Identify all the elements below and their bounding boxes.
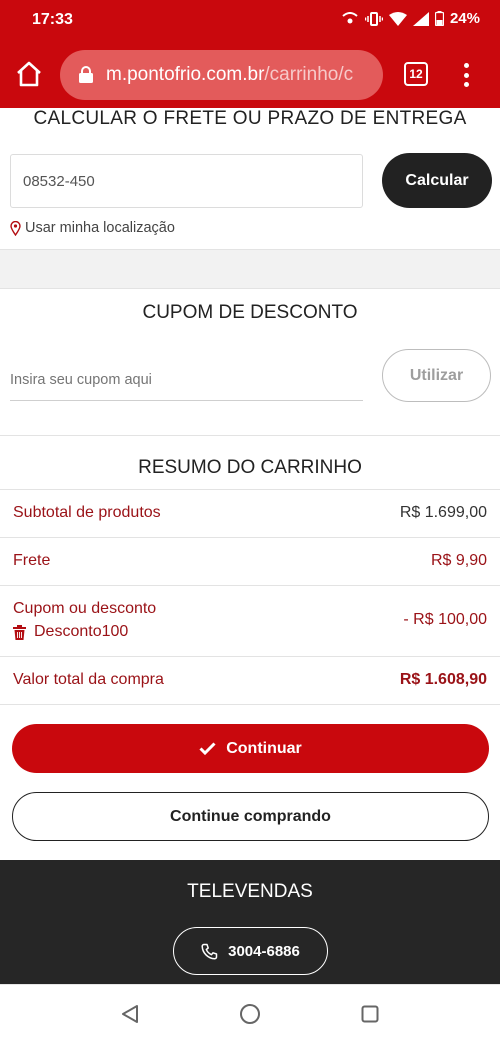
use-location-link[interactable]: Usar minha localização xyxy=(10,220,175,236)
back-icon xyxy=(122,1005,138,1023)
hotspot-icon xyxy=(342,11,358,23)
dot-icon xyxy=(463,63,469,68)
summary-row-frete: Frete R$ 9,90 xyxy=(0,538,500,586)
use-location-label: Usar minha localização xyxy=(25,220,175,236)
coupon-code: Desconto100 xyxy=(34,623,129,640)
televendas-footer: TELEVENDAS 3004-6886 xyxy=(0,860,500,984)
home-icon xyxy=(17,61,41,87)
cep-input[interactable] xyxy=(10,154,363,208)
dot-icon xyxy=(463,82,469,87)
dot-icon xyxy=(463,72,469,78)
summary-label: Cupom ou desconto xyxy=(13,600,157,617)
summary-label: Valor total da compra xyxy=(13,671,164,688)
phone-icon xyxy=(201,943,218,960)
cart-summary-section: RESUMO DO CARRINHO Subtotal de produtos … xyxy=(0,436,500,860)
url-text: m.pontofrio.com.br/carrinho/c xyxy=(106,64,353,86)
summary-table: Subtotal de produtos R$ 1.699,00 Frete R… xyxy=(0,489,500,705)
summary-value: - R$ 100,00 xyxy=(403,611,487,628)
vibrate-icon xyxy=(364,11,383,26)
home-button[interactable] xyxy=(14,59,44,89)
summary-row-subtotal: Subtotal de produtos R$ 1.699,00 xyxy=(0,490,500,538)
summary-row-total: Valor total da compra R$ 1.608,90 xyxy=(0,657,500,705)
wifi-icon xyxy=(388,11,407,26)
utilizar-button[interactable]: Utilizar xyxy=(382,349,491,402)
recents-button[interactable] xyxy=(358,1002,382,1026)
location-pin-icon xyxy=(10,220,21,236)
coupon-input[interactable] xyxy=(10,359,363,401)
top-bar: 17:33 24% m.pontofrio.com.br/carrinho/c … xyxy=(0,0,500,108)
summary-label: Frete xyxy=(13,552,51,569)
status-bar: 17:33 24% xyxy=(0,0,500,40)
summary-value: R$ 1.608,90 xyxy=(399,671,487,688)
phone-button[interactable]: 3004-6886 xyxy=(173,927,328,975)
coupon-section: CUPOM DE DESCONTO Utilizar xyxy=(0,288,500,436)
tab-switcher-button[interactable]: 12 xyxy=(404,62,428,86)
trash-icon[interactable] xyxy=(13,624,26,640)
summary-row-discount: Cupom ou desconto Desconto100 - R$ 100,0… xyxy=(0,586,500,657)
continuar-button[interactable]: Continuar xyxy=(12,724,489,773)
status-icons: 24% xyxy=(341,10,480,27)
lock-icon xyxy=(79,66,93,83)
calcular-button[interactable]: Calcular xyxy=(382,153,492,208)
continuar-label: Continuar xyxy=(226,739,302,757)
continue-shopping-button[interactable]: Continue comprando xyxy=(12,792,489,841)
overflow-menu-button[interactable] xyxy=(456,60,476,90)
browser-toolbar: m.pontofrio.com.br/carrinho/c 12 xyxy=(0,42,500,108)
system-navigation-bar xyxy=(0,984,500,1041)
summary-label: Subtotal de produtos xyxy=(13,504,161,521)
phone-number: 3004-6886 xyxy=(228,942,300,960)
recents-icon xyxy=(361,1005,379,1023)
shipping-section: CALCULAR O FRETE OU PRAZO DE ENTREGA Cal… xyxy=(0,108,500,250)
coupon-heading: CUPOM DE DESCONTO xyxy=(142,302,358,323)
url-domain: m.pontofrio.com.br xyxy=(106,64,265,85)
signal-icon xyxy=(412,11,429,26)
circle-home-icon xyxy=(240,1004,260,1024)
summary-value: R$ 9,90 xyxy=(430,552,487,569)
battery-percent: 24% xyxy=(449,10,480,27)
address-bar[interactable]: m.pontofrio.com.br/carrinho/c xyxy=(60,50,383,100)
back-button[interactable] xyxy=(118,1002,142,1026)
televendas-heading: TELEVENDAS xyxy=(187,881,313,902)
summary-value: R$ 1.699,00 xyxy=(399,504,487,521)
home-nav-button[interactable] xyxy=(238,1002,262,1026)
status-time: 17:33 xyxy=(32,11,73,28)
checkmark-icon xyxy=(199,742,216,755)
url-path: /carrinho/c xyxy=(264,64,354,85)
shipping-heading: CALCULAR O FRETE OU PRAZO DE ENTREGA xyxy=(33,108,467,129)
cart-summary-heading: RESUMO DO CARRINHO xyxy=(138,457,362,478)
battery-icon xyxy=(434,11,444,26)
applied-coupon: Desconto100 xyxy=(13,623,128,641)
